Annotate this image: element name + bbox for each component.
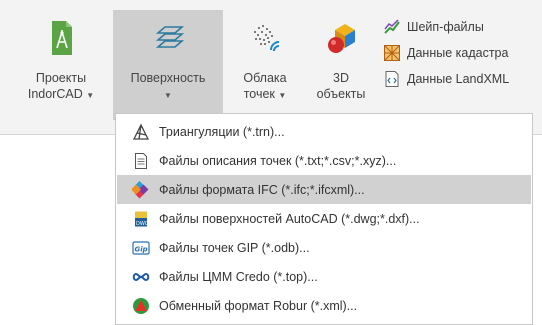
surface-layers-icon <box>155 26 185 48</box>
menu-item-label: Файлы формата IFC (*.ifc;*.ifcxml)... <box>159 182 365 197</box>
triangulation-icon <box>132 123 150 140</box>
menu-item-label: Триангуляции (*.trn)... <box>159 124 285 139</box>
surface-import-dropdown-menu: Триангуляции (*.trn)... Файлы описания т… <box>115 113 533 325</box>
projects-indorcad-button[interactable]: Проекты IndorCAD ▼ <box>20 10 102 120</box>
menu-item-label: Файлы ЦММ Credo (*.top)... <box>159 269 318 284</box>
dropdown-arrow-icon: ▼ <box>164 91 172 100</box>
landxml-icon <box>385 71 399 87</box>
menu-item-label: Файлы описания точек (*.txt;*.csv;*.xyz)… <box>159 153 397 168</box>
menu-item-label: Файлы поверхностей AutoCAD (*.dwg;*.dxf)… <box>159 211 420 226</box>
small-buttons-group: Шейп-файлы Данные кадастра Данные LandXM… <box>383 14 509 92</box>
shapefile-icon <box>384 19 400 34</box>
project-document-icon <box>52 21 72 55</box>
surface-label: Поверхность ▼ <box>130 71 206 100</box>
point-clouds-button[interactable]: Облака точек ▼ <box>231 10 299 120</box>
svg-text:DWG: DWG <box>136 221 149 227</box>
menu-item-triangulation[interactable]: Триангуляции (*.trn)... <box>117 117 531 146</box>
landxml-data-button[interactable]: Данные LandXML <box>383 66 509 92</box>
landxml-data-label: Данные LandXML <box>407 72 510 86</box>
point-cloud-icon <box>254 25 280 52</box>
dropdown-arrow-icon: ▼ <box>86 91 95 100</box>
projects-label: Проекты IndorCAD ▼ <box>27 71 95 101</box>
cadastre-data-button[interactable]: Данные кадастра <box>383 40 509 66</box>
credo-icon <box>132 272 150 281</box>
document-icon <box>135 152 147 169</box>
robur-icon <box>133 297 149 314</box>
shapefiles-button[interactable]: Шейп-файлы <box>383 14 509 40</box>
menu-item-label: Обменный формат Robur (*.xml)... <box>159 298 358 313</box>
3d-objects-label: 3D объекты <box>316 71 366 101</box>
cadastre-icon <box>384 45 400 61</box>
shapefiles-label: Шейп-файлы <box>407 20 484 34</box>
dropdown-arrow-icon: ▼ <box>278 91 287 100</box>
menu-item-point-description-files[interactable]: Файлы описания точек (*.txt;*.csv;*.xyz)… <box>117 146 531 175</box>
autocad-icon: DWG <box>135 211 149 227</box>
menu-item-gip-point-files[interactable]: Gip Файлы точек GIP (*.odb)... <box>117 233 531 262</box>
3d-objects-icon <box>328 24 355 53</box>
3d-objects-button[interactable]: 3D объекты <box>307 10 375 120</box>
point-clouds-label: Облака точек ▼ <box>243 71 287 101</box>
menu-item-label: Файлы точек GIP (*.odb)... <box>159 240 310 255</box>
menu-item-autocad-surface-files[interactable]: DWG Файлы поверхностей AutoCAD (*.dwg;*.… <box>117 204 531 233</box>
ifc-icon <box>132 180 149 198</box>
cadastre-data-label: Данные кадастра <box>407 46 509 60</box>
menu-item-ifc-files[interactable]: Файлы формата IFC (*.ifc;*.ifcxml)... <box>117 175 531 204</box>
gip-icon: Gip <box>132 240 150 255</box>
menu-item-credo-dtm-files[interactable]: Файлы ЦММ Credo (*.top)... <box>117 262 531 291</box>
surface-button[interactable]: Поверхность ▼ <box>113 10 223 120</box>
menu-item-robur-exchange-format[interactable]: Обменный формат Robur (*.xml)... <box>117 291 531 320</box>
svg-text:Gip: Gip <box>135 245 148 253</box>
